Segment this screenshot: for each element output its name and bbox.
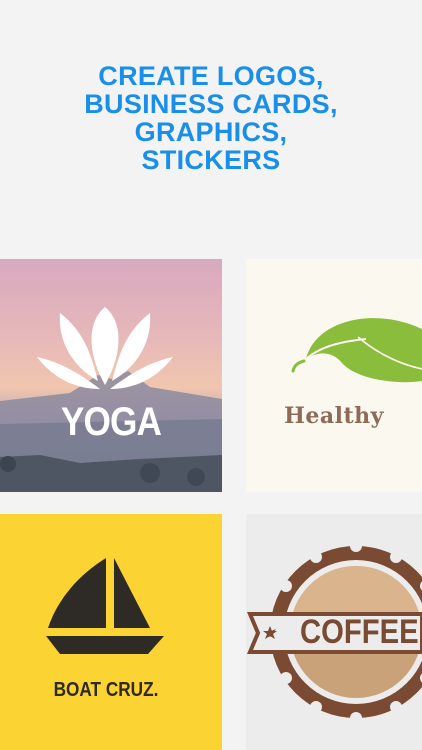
healthy-logo-tile[interactable] — [246, 259, 422, 492]
headline-line-3: GRAPHICS, — [134, 117, 288, 147]
headline-line-4: STICKERS — [141, 145, 281, 175]
headline: CREATE LOGOS, BUSINESS CARDS, GRAPHICS, … — [0, 62, 422, 174]
yoga-logo-text: YOGA — [60, 400, 162, 444]
boat-logo-text: BOAT CRUZ. — [53, 679, 159, 701]
leaf-icon — [291, 318, 422, 383]
healthy-logo-text: Healthy — [284, 403, 384, 429]
lotus-icon — [37, 307, 173, 389]
yoga-logo-tile[interactable] — [0, 259, 222, 492]
headline-line-2: BUSINESS CARDS, — [84, 89, 338, 119]
sailboat-icon — [46, 558, 164, 654]
boat-logo-tile[interactable] — [0, 514, 222, 750]
coffee-logo-text: COFFEE — [300, 613, 419, 651]
headline-line-1: CREATE LOGOS, — [98, 61, 324, 91]
